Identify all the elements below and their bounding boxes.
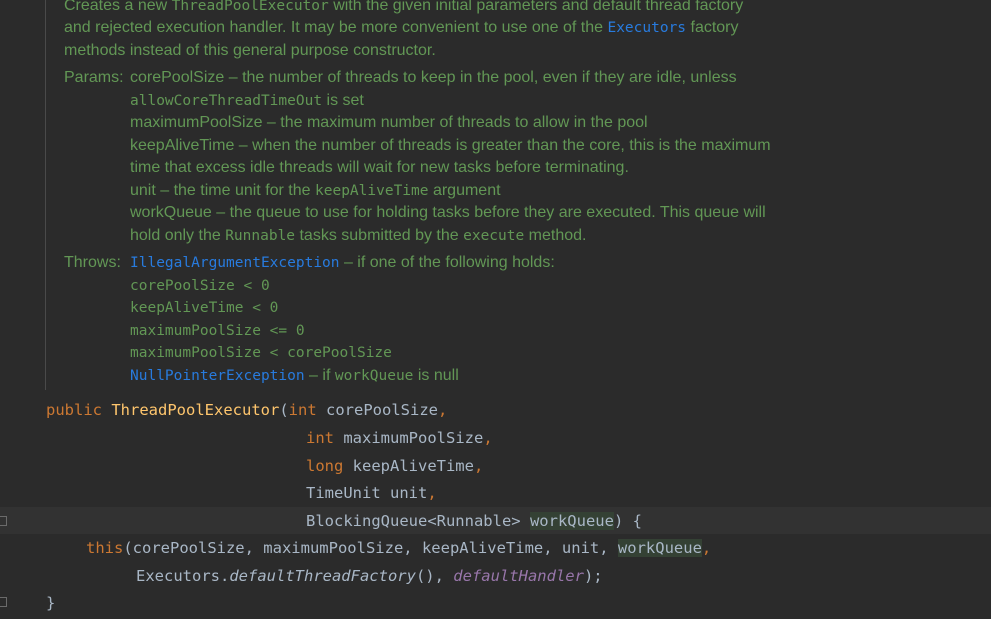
doc-text: method. [524,227,587,244]
doc-text: unit – the time unit for the [130,182,315,199]
arg-workqueue-highlight: workQueue [617,539,702,557]
code-comma: , [427,484,437,502]
doc-text: is null [413,367,459,384]
doc-code-execute: execute [463,228,525,244]
throws-label: Throws: [64,254,121,271]
code-comma: , [483,429,493,447]
code-line-param-4[interactable]: TimeUnit unit, [306,481,437,505]
nullpointerexception-link[interactable]: NullPointerException [130,368,305,384]
doc-code-runnable: Runnable [225,228,296,244]
code-comma: , [701,539,712,557]
param-maximumpoolsize: maximumPoolSize – the maximum number of … [130,114,648,131]
throws-nullpointer: NullPointerException – if workQueue is n… [130,365,459,387]
condition-max-lt-core: maximumPoolSize < corePoolSize [130,345,392,361]
field-defaulthandler[interactable]: defaultHandler [453,567,584,585]
code-semicolon: ); [583,567,603,585]
doc-text: Creates a new [64,0,172,14]
doc-text: tasks submitted by the [295,227,464,244]
type-int: int [306,429,334,447]
code-line-param-3[interactable]: long keepAliveTime, [306,454,483,478]
code-line-constructor[interactable]: public ThreadPoolExecutor(int corePoolSi… [46,398,447,422]
code-paren: ( [279,401,289,419]
constructor-name[interactable]: ThreadPoolExecutor [111,401,279,419]
throws-illegalargument: IllegalArgumentException – if one of the… [130,252,555,274]
doc-text: – if [304,367,335,384]
param-name: TimeUnit unit [306,484,428,502]
doc-code-threadpoolexecutor: ThreadPoolExecutor [171,0,329,14]
param-type: BlockingQueue<Runnable> [306,512,530,530]
param-workqueue: workQueue – the queue to use for holding… [130,204,766,221]
doc-description-line-3: methods instead of this general purpose … [64,42,436,59]
type-long: long [306,457,344,475]
code-line-this-call[interactable]: this(corePoolSize, maximumPoolSize, keep… [86,536,711,560]
condition-maximumpoolsize: maximumPoolSize <= 0 [130,323,305,339]
code-comma: , [473,457,484,475]
keyword-this: this [86,539,124,557]
doc-text: and rejected execution handler. It may b… [64,19,608,36]
doc-text: argument [428,182,501,199]
doc-text: – if one of the following holds: [339,254,555,271]
doc-code-workqueue: workQueue [334,368,414,384]
param-name: maximumPoolSize [334,429,484,447]
param-unit: unit – the time unit for the keepAliveTi… [130,180,501,202]
param-name: keepAliveTime [343,457,474,475]
param-name: corePoolSize [316,401,438,419]
class-executors: Executors. [136,567,230,585]
condition-keepalivetime: keepAliveTime < 0 [130,300,279,316]
code-brace: ) { [613,512,642,530]
keyword-public: public [46,401,102,419]
doc-code-keepalivetime: keepAliveTime [315,183,429,199]
executors-link[interactable]: Executors [607,20,686,36]
code-line-close-brace[interactable]: } [46,591,55,615]
fold-end-icon[interactable] [0,597,7,607]
param-workqueue-highlight: workQueue [529,512,614,530]
doc-text: is set [322,92,364,109]
doc-text: factory [686,19,739,36]
param-workqueue-cont: hold only the Runnable tasks submitted b… [130,225,586,247]
code-comma: , [438,401,448,419]
param-keepalivetime: keepAliveTime – when the number of threa… [130,137,771,154]
params-label: Params: [64,69,124,86]
code-line-executors[interactable]: Executors.defaultThreadFactory(), defaul… [136,564,603,588]
doc-description-line-1: Creates a new ThreadPoolExecutor with th… [64,0,743,17]
doc-description-line-2: and rejected execution handler. It may b… [64,17,739,39]
doc-code-allowcorethreadtimeout: allowCoreThreadTimeOut [130,93,323,109]
doc-text: with the given initial parameters and de… [328,0,744,14]
param-corepoolsize: corePoolSize – the number of threads to … [130,69,737,86]
code-line-param-5[interactable]: BlockingQueue<Runnable> workQueue) { [306,509,642,533]
param-keepalivetime-cont: time that excess idle threads will wait … [130,159,629,176]
javadoc-block: Creates a new ThreadPoolExecutor with th… [0,0,991,395]
method-defaultthreadfactory[interactable]: defaultThreadFactory [229,567,416,585]
condition-corepoolsize: corePoolSize < 0 [130,278,270,294]
doc-text: hold only the [130,227,226,244]
param-corepoolsize-cont: allowCoreThreadTimeOut is set [130,90,364,112]
type-int: int [288,401,317,419]
fold-icon[interactable] [0,516,7,526]
call-args: (corePoolSize, maximumPoolSize, keepAliv… [123,539,618,557]
call-parens: (), [415,567,454,585]
illegalargumentexception-link[interactable]: IllegalArgumentException [130,255,340,271]
code-line-param-2[interactable]: int maximumPoolSize, [306,426,493,450]
